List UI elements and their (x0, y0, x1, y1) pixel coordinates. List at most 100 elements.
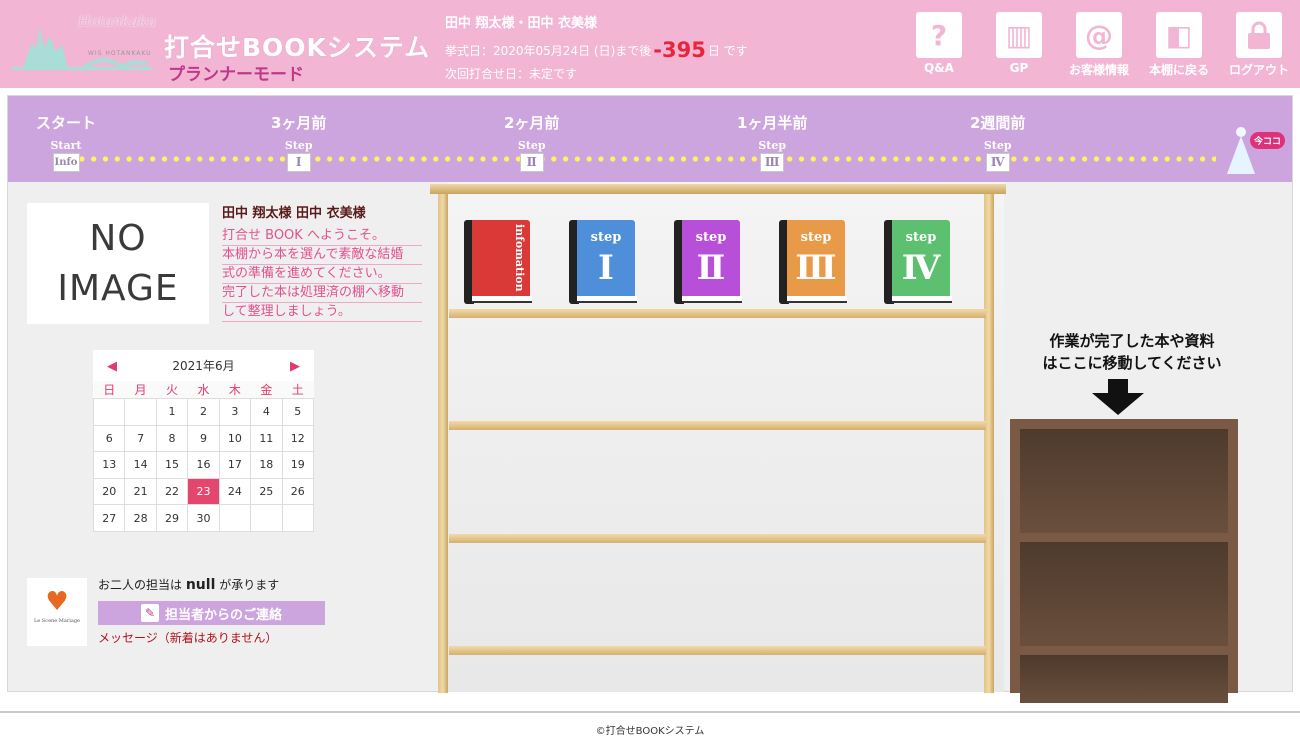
bride-icon (1227, 127, 1255, 174)
calendar-week: 6 7 8 9 10 11 12 (92, 424, 315, 453)
calendar-day[interactable]: 20 (92, 477, 126, 506)
shelf-plank (449, 309, 986, 318)
qa-label: Q&A (924, 61, 954, 75)
timeline-step: Start (50, 139, 82, 152)
calendar: ◀ 2021年6月 ▶ 日月火水木金土 1 2 3 4 5 6 7 8 9 10 11 12 13 14 1… (92, 350, 315, 532)
calendar-empty-day (250, 504, 283, 532)
timeline-box: Ⅲ (760, 153, 785, 172)
calendar-day[interactable]: 7 (124, 424, 157, 453)
timeline-step: Step (758, 139, 787, 152)
calendar-day[interactable]: 12 (281, 424, 315, 453)
book-pages (682, 296, 742, 303)
staff-contact-label: 担当者からのご連絡 (164, 607, 282, 623)
timeline-step-4[interactable]: 2週間前 Step Ⅳ (970, 112, 1025, 172)
qa-button[interactable]: ? Q&A (901, 12, 977, 82)
timeline-step-3[interactable]: 1ヶ月半前 Step Ⅲ (737, 112, 807, 172)
book-pages (577, 296, 637, 303)
timeline-start[interactable]: スタート Start Info (36, 112, 96, 172)
staff-contact-button[interactable]: ✎ 担当者からのご連絡 (98, 601, 325, 625)
customer-names: 田中 翔太様・田中 衣美様 (445, 16, 598, 31)
calendar-day[interactable]: 25 (250, 477, 283, 506)
timeline-step-1[interactable]: 3ヶ月前 Step Ⅰ (271, 112, 326, 172)
calendar-day[interactable]: 13 (92, 451, 126, 479)
book-step-4[interactable]: step Ⅳ (884, 220, 952, 304)
calendar-day[interactable]: 8 (155, 424, 189, 453)
weekday-label: 木 (219, 381, 251, 399)
question-book-icon: ? (916, 12, 962, 58)
timeline-step: Step (983, 139, 1012, 152)
calendar-day[interactable]: 9 (187, 424, 220, 453)
progress-timeline: スタート Start Info 3ヶ月前 Step Ⅰ 2ヶ月前 Step Ⅱ … (8, 96, 1292, 182)
weekday-label: 土 (282, 381, 314, 399)
calendar-day[interactable]: 19 (281, 451, 315, 479)
wedding-date: 挙式日：2020年05月24日 (日)まで後 (445, 44, 652, 58)
timeline-step: Step (284, 139, 313, 152)
calendar-day[interactable]: 5 (281, 398, 315, 426)
no-image-line2: IMAGE (57, 267, 179, 309)
timeline-title: 3ヶ月前 (271, 114, 327, 132)
book-step-1[interactable]: step Ⅰ (569, 220, 637, 304)
staff-assignment: お二人の担当は null が承ります (98, 576, 279, 593)
welcome-line: 打合せ BOOK へようこそ。 (222, 227, 422, 246)
calendar-week: 27 28 29 30 (92, 504, 315, 532)
calendar-day[interactable]: 24 (218, 477, 252, 506)
calendar-day[interactable]: 26 (281, 477, 315, 506)
timeline-title: 2週間前 (970, 114, 1026, 132)
staff-name: null (185, 577, 216, 593)
calendar-day[interactable]: 18 (250, 451, 283, 479)
book-step-3[interactable]: step Ⅲ (779, 220, 847, 304)
book-step-2[interactable]: step Ⅱ (674, 220, 742, 304)
done-shelf-line2: はここに移動してください (1042, 354, 1222, 372)
calendar-day[interactable]: 6 (92, 424, 126, 453)
calendar-day[interactable]: 4 (250, 398, 283, 426)
partner-logo: ♥ Le Scene Mariage (27, 578, 87, 646)
welcome-line: 式の準備を進めてください。 (222, 265, 422, 284)
staff-suffix: が承ります (219, 578, 280, 592)
gp-button[interactable]: ▥ GP (981, 12, 1057, 82)
arrow-down-icon (1092, 379, 1144, 415)
book-information[interactable]: infomation (464, 220, 532, 304)
calendar-day[interactable]: 2 (187, 398, 220, 426)
done-shelf[interactable] (1010, 419, 1238, 703)
calendar-day[interactable]: 1 (155, 398, 189, 426)
prev-month-icon[interactable]: ◀ (107, 351, 117, 383)
timeline-box: Ⅳ (985, 153, 1010, 172)
weekday-label: 月 (124, 381, 157, 399)
done-shelf-board (1020, 533, 1228, 542)
current-position-badge: 今ココ (1250, 132, 1286, 149)
calendar-day[interactable]: 29 (155, 504, 189, 532)
calendar-day[interactable]: 21 (124, 477, 157, 506)
calendar-day[interactable]: 10 (218, 424, 252, 453)
timeline-step: Step (517, 139, 546, 152)
days-remaining: -395 (653, 38, 706, 62)
calendar-day[interactable]: 3 (218, 398, 252, 426)
calendar-week: 13 14 15 16 17 18 19 (92, 451, 315, 479)
message-status: メッセージ（新着はありません） (98, 631, 278, 645)
calendar-day[interactable]: 23 (187, 477, 220, 506)
calendar-day[interactable]: 15 (155, 451, 189, 479)
next-month-icon[interactable]: ▶ (290, 351, 300, 383)
timeline-title: スタート (36, 114, 97, 132)
footer-copyright: ©打合せBOOKシステム (595, 726, 705, 737)
logout-button[interactable]: ログアウト (1221, 12, 1297, 82)
calendar-day[interactable]: 16 (187, 451, 220, 479)
calendar-weekdays: 日月火水木金土 (93, 381, 314, 399)
customer-info-button[interactable]: @ お客様情報 (1061, 12, 1137, 82)
welcome-line: 本棚から本を選んで素敵な結婚 (222, 246, 422, 265)
calendar-day[interactable]: 11 (250, 424, 283, 453)
timeline-dots (76, 156, 1216, 162)
days-suffix: 日 です (707, 44, 748, 58)
lock-icon (1236, 12, 1282, 58)
calendar-day[interactable]: 14 (124, 451, 157, 479)
shelf-plank (449, 421, 986, 430)
timeline-box: Info (52, 153, 80, 172)
calendar-day[interactable]: 28 (124, 504, 157, 532)
calendar-day[interactable]: 27 (92, 504, 126, 532)
calendar-header: ◀ 2021年6月 ▶ (93, 350, 314, 381)
back-to-shelf-button[interactable]: ◧ 本棚に戻る (1141, 12, 1217, 82)
timeline-step-2[interactable]: 2ヶ月前 Step Ⅱ (504, 112, 559, 172)
book-label: infomation (513, 224, 526, 292)
calendar-day[interactable]: 17 (218, 451, 252, 479)
calendar-day[interactable]: 22 (155, 477, 189, 506)
calendar-day[interactable]: 30 (187, 504, 220, 532)
